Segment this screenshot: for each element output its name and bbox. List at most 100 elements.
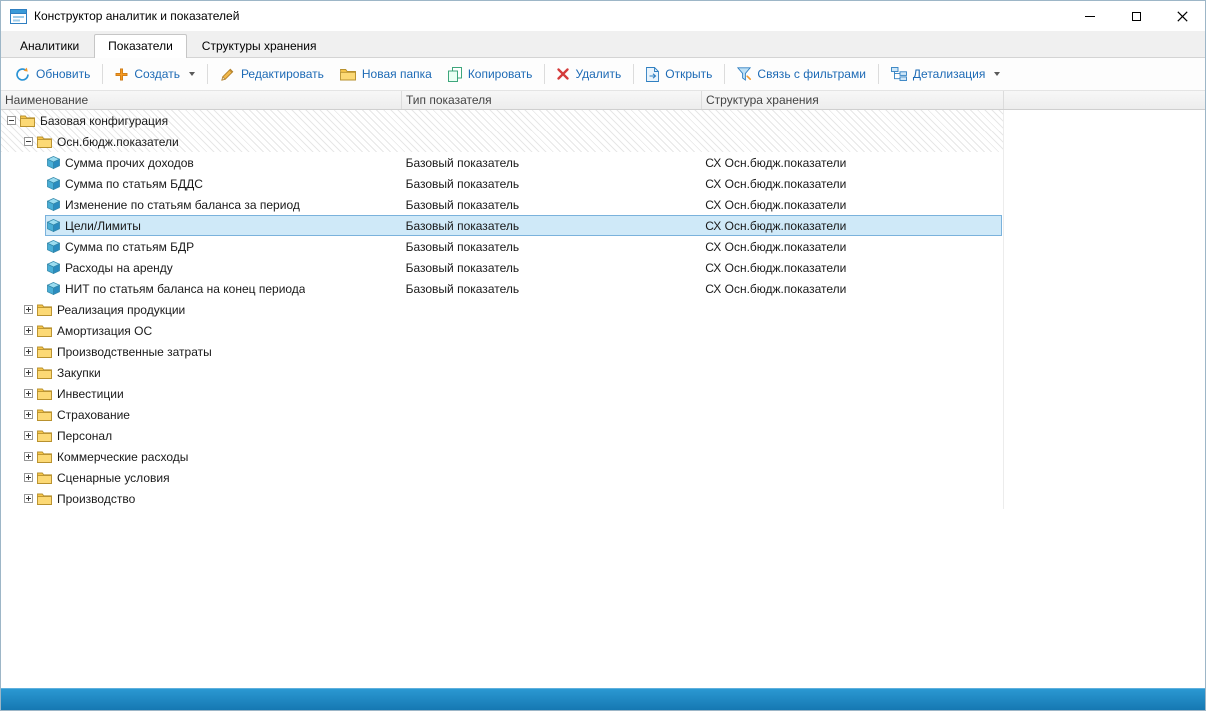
expand-icon[interactable]	[24, 368, 33, 377]
table-row[interactable]: Сумма по статьям БДДС Базовый показатель…	[1, 173, 1003, 194]
open-button[interactable]: Открыть	[638, 62, 720, 87]
detail-dropdown-icon[interactable]	[994, 72, 1000, 76]
row-storage-cell: СХ Осн.бюдж.показатели	[701, 240, 1003, 254]
create-icon	[115, 68, 128, 81]
tab-analytics[interactable]: Аналитики	[6, 34, 93, 57]
table-row[interactable]: Сценарные условия	[1, 467, 1003, 488]
toolbar-separator	[207, 64, 208, 84]
table-row[interactable]: Амортизация ОС	[1, 320, 1003, 341]
folder-icon	[37, 325, 52, 337]
tab-storage-structures[interactable]: Структуры хранения	[188, 34, 331, 57]
minimize-icon	[1085, 16, 1095, 17]
indicator-cube-icon	[47, 240, 60, 253]
table-row[interactable]: Расходы на аренду Базовый показатель СХ …	[1, 257, 1003, 278]
folder-icon	[37, 367, 52, 379]
expand-icon[interactable]	[24, 347, 33, 356]
table-row[interactable]: Производственные затраты	[1, 341, 1003, 362]
table-row[interactable]: Осн.бюдж.показатели	[1, 131, 1003, 152]
indicator-cube-icon	[47, 261, 60, 274]
status-bar	[1, 688, 1205, 710]
table-row[interactable]: Базовая конфигурация	[1, 110, 1003, 131]
collapse-icon[interactable]	[24, 137, 33, 146]
table-row[interactable]: НИТ по статьям баланса на конец периода …	[1, 278, 1003, 299]
maximize-icon	[1132, 12, 1141, 21]
close-button[interactable]	[1159, 1, 1205, 31]
expand-icon[interactable]	[24, 389, 33, 398]
detail-hierarchy-icon	[891, 67, 907, 81]
table-row[interactable]: Персонал	[1, 425, 1003, 446]
row-label: Производственные затраты	[57, 345, 212, 359]
table-row[interactable]: Сумма по статьям БДР Базовый показатель …	[1, 236, 1003, 257]
row-label: Базовая конфигурация	[40, 114, 168, 128]
row-label: Страхование	[57, 408, 130, 422]
tab-indicators[interactable]: Показатели	[94, 34, 187, 58]
column-header-storage[interactable]: Структура хранения	[702, 91, 1004, 109]
indicator-cube-icon	[47, 282, 60, 295]
new-folder-button[interactable]: Новая папка	[332, 62, 440, 86]
tree-rows: Базовая конфигурация Осн.бюдж.показатели…	[1, 110, 1004, 509]
close-icon	[1177, 11, 1188, 22]
delete-button[interactable]: Удалить	[549, 62, 629, 86]
row-storage-cell: СХ Осн.бюдж.показатели	[701, 177, 1003, 191]
toolbar-separator	[102, 64, 103, 84]
delete-icon	[557, 68, 569, 80]
folder-icon	[37, 346, 52, 358]
row-label: Осн.бюдж.показатели	[57, 135, 179, 149]
table-row[interactable]: Страхование	[1, 404, 1003, 425]
folder-icon	[37, 409, 52, 421]
filter-link-icon	[737, 67, 751, 81]
table-row[interactable]: Закупки	[1, 362, 1003, 383]
expand-icon[interactable]	[24, 452, 33, 461]
row-type-cell: Базовый показатель	[402, 198, 702, 212]
column-header-type[interactable]: Тип показателя	[402, 91, 702, 109]
refresh-icon	[15, 67, 30, 82]
indicator-cube-icon	[47, 156, 60, 169]
expand-icon[interactable]	[24, 431, 33, 440]
new-folder-icon	[340, 68, 356, 81]
row-label: Закупки	[57, 366, 101, 380]
table-row[interactable]: Производство	[1, 488, 1003, 509]
table-row[interactable]: Коммерческие расходы	[1, 446, 1003, 467]
expand-icon[interactable]	[24, 494, 33, 503]
column-header-filler	[1004, 91, 1205, 109]
toolbar-separator	[878, 64, 879, 84]
indicator-cube-icon	[47, 177, 60, 190]
edit-button[interactable]: Редактировать	[212, 62, 332, 87]
refresh-button[interactable]: Обновить	[7, 62, 98, 87]
table-row-selected[interactable]: Цели/Лимиты Базовый показатель СХ Осн.бю…	[1, 215, 1003, 236]
expand-icon[interactable]	[24, 410, 33, 419]
expand-icon[interactable]	[24, 305, 33, 314]
expand-icon[interactable]	[24, 326, 33, 335]
app-icon	[10, 9, 27, 24]
folder-icon	[20, 115, 35, 127]
table-row[interactable]: Изменение по статьям баланса за период Б…	[1, 194, 1003, 215]
row-label: Сумма прочих доходов	[65, 156, 194, 170]
filter-link-button[interactable]: Связь с фильтрами	[729, 62, 874, 86]
maximize-button[interactable]	[1113, 1, 1159, 31]
table-row[interactable]: Сумма прочих доходов Базовый показатель …	[1, 152, 1003, 173]
grid-header: Наименование Тип показателя Структура хр…	[1, 91, 1205, 110]
open-icon	[646, 67, 659, 82]
row-type-cell: Базовый показатель	[402, 156, 702, 170]
create-button[interactable]: Создать	[107, 62, 203, 86]
detail-button[interactable]: Детализация	[883, 62, 1008, 86]
column-header-name[interactable]: Наименование	[1, 91, 402, 109]
app-window: { "window": { "title": "Конструктор анал…	[0, 0, 1206, 711]
collapse-icon[interactable]	[7, 116, 16, 125]
create-dropdown-icon[interactable]	[189, 72, 195, 76]
indicator-tree: Базовая конфигурация Осн.бюдж.показатели…	[1, 110, 1205, 688]
tab-bar: Аналитики Показатели Структуры хранения	[1, 31, 1205, 58]
expand-icon[interactable]	[24, 473, 33, 482]
title-bar: Конструктор аналитик и показателей	[1, 1, 1205, 31]
folder-icon	[37, 430, 52, 442]
table-row[interactable]: Реализация продукции	[1, 299, 1003, 320]
row-type-cell: Базовый показатель	[402, 282, 702, 296]
copy-button[interactable]: Копировать	[440, 62, 541, 87]
table-row[interactable]: Инвестиции	[1, 383, 1003, 404]
minimize-button[interactable]	[1067, 1, 1113, 31]
row-label: Производство	[57, 492, 135, 506]
row-label: Амортизация ОС	[57, 324, 152, 338]
copy-icon	[448, 67, 462, 82]
row-label: Коммерческие расходы	[57, 450, 188, 464]
row-label: Сценарные условия	[57, 471, 170, 485]
